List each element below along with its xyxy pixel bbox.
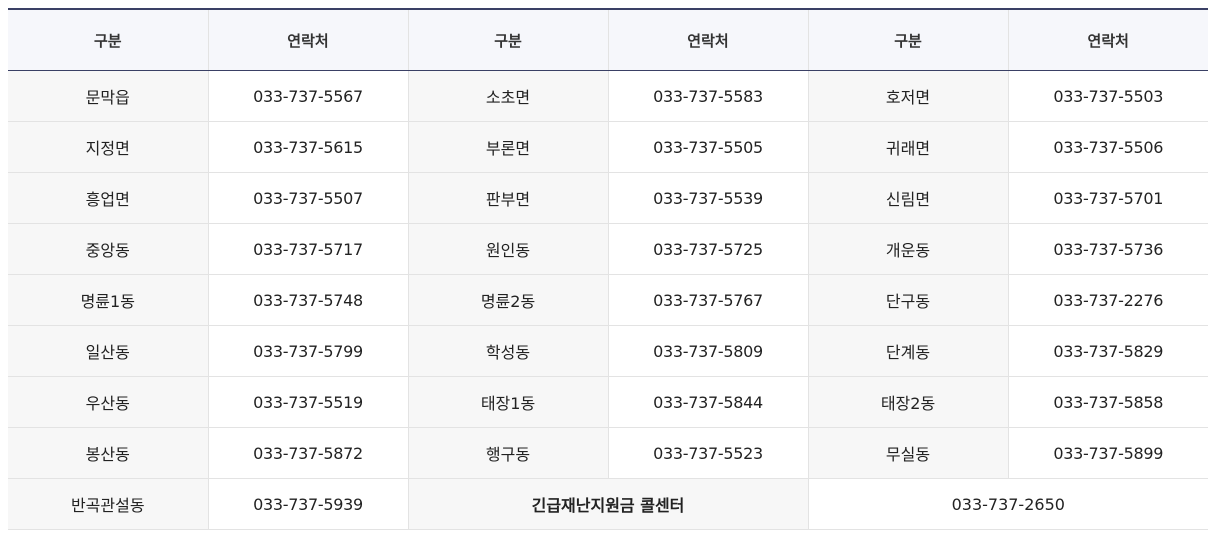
table-header-row: 구분 연락처 구분 연락처 구분 연락처 xyxy=(8,9,1208,71)
area-cell: 무실동 xyxy=(807,427,1008,479)
table-row: 일산동 033-737-5799 학성동 033-737-5809 단계동 03… xyxy=(8,325,1208,377)
phone-cell: 033-737-5615 xyxy=(207,121,408,173)
column-header-category: 구분 xyxy=(807,9,1008,71)
phone-cell: 033-737-5507 xyxy=(207,172,408,224)
phone-cell: 033-737-5523 xyxy=(607,427,808,479)
area-cell: 명륜1동 xyxy=(8,274,208,326)
callcenter-label: 긴급재난지원금 콜센터 xyxy=(407,478,808,530)
callcenter-phone: 033-737-2650 xyxy=(807,478,1208,530)
phone-cell: 033-737-5767 xyxy=(607,274,808,326)
phone-cell: 033-737-5858 xyxy=(1007,376,1208,428)
area-cell: 원인동 xyxy=(407,223,608,275)
area-cell: 개운동 xyxy=(807,223,1008,275)
area-cell: 태장2동 xyxy=(807,376,1008,428)
table-row: 문막읍 033-737-5567 소초면 033-737-5583 호저면 03… xyxy=(8,70,1208,122)
phone-cell: 033-737-5736 xyxy=(1007,223,1208,275)
area-cell: 우산동 xyxy=(8,376,208,428)
phone-cell: 033-737-5872 xyxy=(207,427,408,479)
area-cell: 지정면 xyxy=(8,121,208,173)
phone-cell: 033-737-5717 xyxy=(207,223,408,275)
column-header-contact: 연락처 xyxy=(1007,9,1208,71)
phone-cell: 033-737-5844 xyxy=(607,376,808,428)
area-cell: 소초면 xyxy=(407,70,608,122)
area-cell: 명륜2동 xyxy=(407,274,608,326)
column-header-contact: 연락처 xyxy=(207,9,408,71)
area-cell: 태장1동 xyxy=(407,376,608,428)
area-cell: 봉산동 xyxy=(8,427,208,479)
area-cell: 반곡관설동 xyxy=(8,478,208,530)
phone-cell: 033-737-5519 xyxy=(207,376,408,428)
phone-cell: 033-737-5899 xyxy=(1007,427,1208,479)
table-row: 지정면 033-737-5615 부론면 033-737-5505 귀래면 03… xyxy=(8,121,1208,173)
table-row: 우산동 033-737-5519 태장1동 033-737-5844 태장2동 … xyxy=(8,376,1208,428)
column-header-contact: 연락처 xyxy=(607,9,808,71)
area-cell: 문막읍 xyxy=(8,70,208,122)
contact-table: 구분 연락처 구분 연락처 구분 연락처 문막읍 033-737-5567 소초… xyxy=(8,8,1208,530)
phone-cell: 033-737-5725 xyxy=(607,223,808,275)
phone-cell: 033-737-5809 xyxy=(607,325,808,377)
phone-cell: 033-737-5539 xyxy=(607,172,808,224)
phone-cell: 033-737-5829 xyxy=(1007,325,1208,377)
table-row-last: 반곡관설동 033-737-5939 긴급재난지원금 콜센터 033-737-2… xyxy=(8,478,1208,530)
area-cell: 신림면 xyxy=(807,172,1008,224)
table-row: 흥업면 033-737-5507 판부면 033-737-5539 신림면 03… xyxy=(8,172,1208,224)
phone-cell: 033-737-5506 xyxy=(1007,121,1208,173)
area-cell: 부론면 xyxy=(407,121,608,173)
area-cell: 학성동 xyxy=(407,325,608,377)
area-cell: 판부면 xyxy=(407,172,608,224)
phone-cell: 033-737-5748 xyxy=(207,274,408,326)
phone-cell: 033-737-5799 xyxy=(207,325,408,377)
phone-cell: 033-737-5505 xyxy=(607,121,808,173)
table-row: 명륜1동 033-737-5748 명륜2동 033-737-5767 단구동 … xyxy=(8,274,1208,326)
column-header-category: 구분 xyxy=(8,9,208,71)
phone-cell: 033-737-5567 xyxy=(207,70,408,122)
phone-cell: 033-737-5583 xyxy=(607,70,808,122)
area-cell: 일산동 xyxy=(8,325,208,377)
table-row: 중앙동 033-737-5717 원인동 033-737-5725 개운동 03… xyxy=(8,223,1208,275)
phone-cell: 033-737-5939 xyxy=(207,478,408,530)
area-cell: 호저면 xyxy=(807,70,1008,122)
table-row: 봉산동 033-737-5872 행구동 033-737-5523 무실동 03… xyxy=(8,427,1208,479)
area-cell: 중앙동 xyxy=(8,223,208,275)
area-cell: 흥업면 xyxy=(8,172,208,224)
column-header-category: 구분 xyxy=(407,9,608,71)
area-cell: 행구동 xyxy=(407,427,608,479)
phone-cell: 033-737-5701 xyxy=(1007,172,1208,224)
area-cell: 귀래면 xyxy=(807,121,1008,173)
area-cell: 단계동 xyxy=(807,325,1008,377)
area-cell: 단구동 xyxy=(807,274,1008,326)
phone-cell: 033-737-2276 xyxy=(1007,274,1208,326)
phone-cell: 033-737-5503 xyxy=(1007,70,1208,122)
